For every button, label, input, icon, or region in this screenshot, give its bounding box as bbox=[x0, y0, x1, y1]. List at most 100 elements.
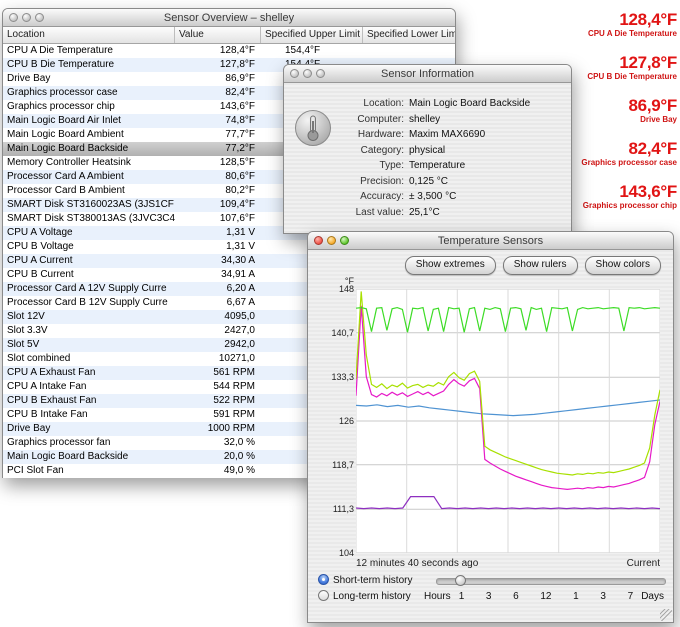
y-tick-label: 140,7 bbox=[331, 327, 354, 338]
window-controls bbox=[290, 69, 325, 78]
info-field: Category: physical bbox=[338, 143, 563, 159]
field-label: Hardware: bbox=[357, 129, 404, 140]
cell-location: Drive Bay bbox=[7, 423, 51, 434]
window-controls bbox=[9, 13, 44, 22]
short-term-history-label: Short-term history bbox=[333, 575, 413, 586]
cell-value: 32,0 % bbox=[223, 437, 255, 448]
cell-location: Drive Bay bbox=[7, 73, 51, 84]
cell-value: 522 RPM bbox=[213, 395, 255, 406]
cell-location: Processor Card B 12V Supply Curre bbox=[7, 297, 168, 308]
cell-upper-limit: 154,4°F bbox=[285, 45, 321, 56]
cell-location: PCI Slot Fan bbox=[7, 465, 64, 476]
column-header-lower-limit[interactable]: Specified Lower Limit bbox=[363, 27, 455, 43]
minimize-button[interactable] bbox=[303, 69, 312, 78]
overview-titlebar[interactable]: Sensor Overview – shelley bbox=[3, 9, 455, 27]
readout-label: Graphics processor case bbox=[581, 158, 677, 167]
cell-value: 127,8°F bbox=[219, 59, 255, 70]
cell-location: CPU B Die Temperature bbox=[7, 59, 115, 70]
y-tick-label: 111,3 bbox=[332, 504, 354, 515]
cell-location: Slot combined bbox=[7, 353, 71, 364]
window-controls bbox=[314, 236, 349, 245]
y-axis: 148 140,7 133,3 126 118,7 111,3 104 bbox=[316, 284, 354, 558]
close-button[interactable] bbox=[290, 69, 299, 78]
long-term-history-radio[interactable] bbox=[318, 590, 329, 601]
cell-value: 2427,0 bbox=[224, 325, 255, 336]
chart-toolbar: Show extremes Show rulers Show colors bbox=[404, 256, 661, 275]
long-term-history-label: Long-term history bbox=[333, 591, 411, 602]
minimize-button[interactable] bbox=[327, 236, 336, 245]
chart-plot-area[interactable] bbox=[356, 289, 660, 553]
readout-panel: 128,4°F CPU A Die Temperature 127,8°F CPU B… bbox=[555, 10, 677, 225]
readout-value: 82,4°F bbox=[628, 139, 678, 158]
zoom-button[interactable] bbox=[316, 69, 325, 78]
cell-value: 77,2°F bbox=[225, 143, 255, 154]
cell-location: CPU B Intake Fan bbox=[7, 409, 88, 420]
hours-scale-ticks: 1 3 6 12 1 3 7 bbox=[459, 591, 634, 602]
field-value: shelley bbox=[409, 113, 441, 125]
sensor-readout: 86,9°F Drive Bay bbox=[555, 96, 678, 125]
table-row[interactable]: CPU A Die Temperature 128,4°F 154,4°F bbox=[3, 44, 455, 58]
history-slider-thumb[interactable] bbox=[454, 575, 466, 586]
sensor-chart bbox=[356, 289, 660, 553]
cell-value: 544 RPM bbox=[213, 381, 255, 392]
cell-location: CPU B Voltage bbox=[7, 241, 74, 252]
y-tick-label: 104 bbox=[338, 548, 354, 558]
cell-location: Processor Card A Ambient bbox=[7, 171, 124, 182]
info-fields: Location: Main Logic Board Backside Comput… bbox=[338, 96, 563, 220]
cell-lower-limit bbox=[363, 44, 455, 58]
info-field: Type: Temperature bbox=[338, 158, 563, 174]
days-label: Days bbox=[641, 591, 664, 602]
field-value: 0,125 °C bbox=[409, 175, 449, 187]
cell-location: SMART Disk ST380013AS (3JVC3C4 bbox=[7, 213, 175, 224]
cell-value: 77,7°F bbox=[225, 129, 255, 140]
cell-value: 49,0 % bbox=[223, 465, 255, 476]
history-slider[interactable] bbox=[436, 575, 666, 586]
close-button[interactable] bbox=[314, 236, 323, 245]
info-field: Accuracy: ± 3,500 °C bbox=[338, 189, 563, 205]
minimize-button[interactable] bbox=[22, 13, 31, 22]
cell-location: CPU A Die Temperature bbox=[7, 45, 113, 56]
history-row-long: Long-term history Hours 1 3 6 12 1 3 7 Days bbox=[318, 590, 664, 605]
chart-titlebar[interactable]: Temperature Sensors bbox=[308, 232, 673, 250]
show-colors-button[interactable]: Show colors bbox=[584, 256, 661, 275]
cell-location: CPU A Intake Fan bbox=[7, 381, 87, 392]
sensor-information-window: Sensor Information Location: Main Logic B… bbox=[283, 64, 572, 234]
cell-value: 20,0 % bbox=[223, 451, 255, 462]
cell-location: Processor Card A 12V Supply Curre bbox=[7, 283, 167, 294]
field-value: 25,1°C bbox=[409, 206, 440, 218]
field-label: Computer: bbox=[357, 113, 404, 125]
zoom-button[interactable] bbox=[340, 236, 349, 245]
short-term-history-radio[interactable] bbox=[318, 574, 329, 585]
cell-value: 82,4°F bbox=[225, 87, 255, 98]
readout-label: CPU B Die Temperature bbox=[587, 72, 677, 81]
cell-value: 591 RPM bbox=[213, 409, 255, 420]
cell-value: 109,4°F bbox=[219, 199, 255, 210]
cell-value: 10271,0 bbox=[218, 353, 255, 364]
sensor-readout: 82,4°F Graphics processor case bbox=[555, 139, 677, 168]
column-header-upper-limit[interactable]: Specified Upper Limit bbox=[261, 27, 363, 43]
sensor-readout: 143,6°F Graphics processor chip bbox=[555, 182, 678, 211]
sensor-readout: 127,8°F CPU B Die Temperature bbox=[555, 53, 677, 82]
show-extremes-button[interactable]: Show extremes bbox=[404, 256, 496, 275]
y-tick-label: 148 bbox=[338, 284, 354, 294]
show-rulers-button[interactable]: Show rulers bbox=[502, 256, 578, 275]
info-titlebar[interactable]: Sensor Information bbox=[284, 65, 571, 83]
table-header: Location Value Specified Upper Limit Spe… bbox=[3, 27, 455, 44]
readout-value: 143,6°F bbox=[619, 182, 677, 201]
column-header-value[interactable]: Value bbox=[175, 27, 261, 43]
cell-location: Main Logic Board Backside bbox=[7, 451, 129, 462]
resize-grip[interactable] bbox=[660, 609, 672, 621]
cell-location: CPU B Current bbox=[7, 269, 74, 280]
field-label: Category: bbox=[360, 144, 404, 156]
info-field: Last value: 25,1°C bbox=[338, 205, 563, 221]
column-header-location[interactable]: Location bbox=[3, 27, 175, 43]
cell-value: 80,2°F bbox=[225, 185, 255, 196]
y-tick-label: 133,3 bbox=[331, 372, 354, 383]
hours-tick: 12 bbox=[540, 591, 552, 602]
cell-location: Main Logic Board Ambient bbox=[7, 129, 124, 140]
y-tick-label: 118,7 bbox=[332, 459, 354, 470]
cell-value: 143,6°F bbox=[219, 101, 255, 112]
cell-location: Slot 5V bbox=[7, 339, 40, 350]
zoom-button[interactable] bbox=[35, 13, 44, 22]
close-button[interactable] bbox=[9, 13, 18, 22]
